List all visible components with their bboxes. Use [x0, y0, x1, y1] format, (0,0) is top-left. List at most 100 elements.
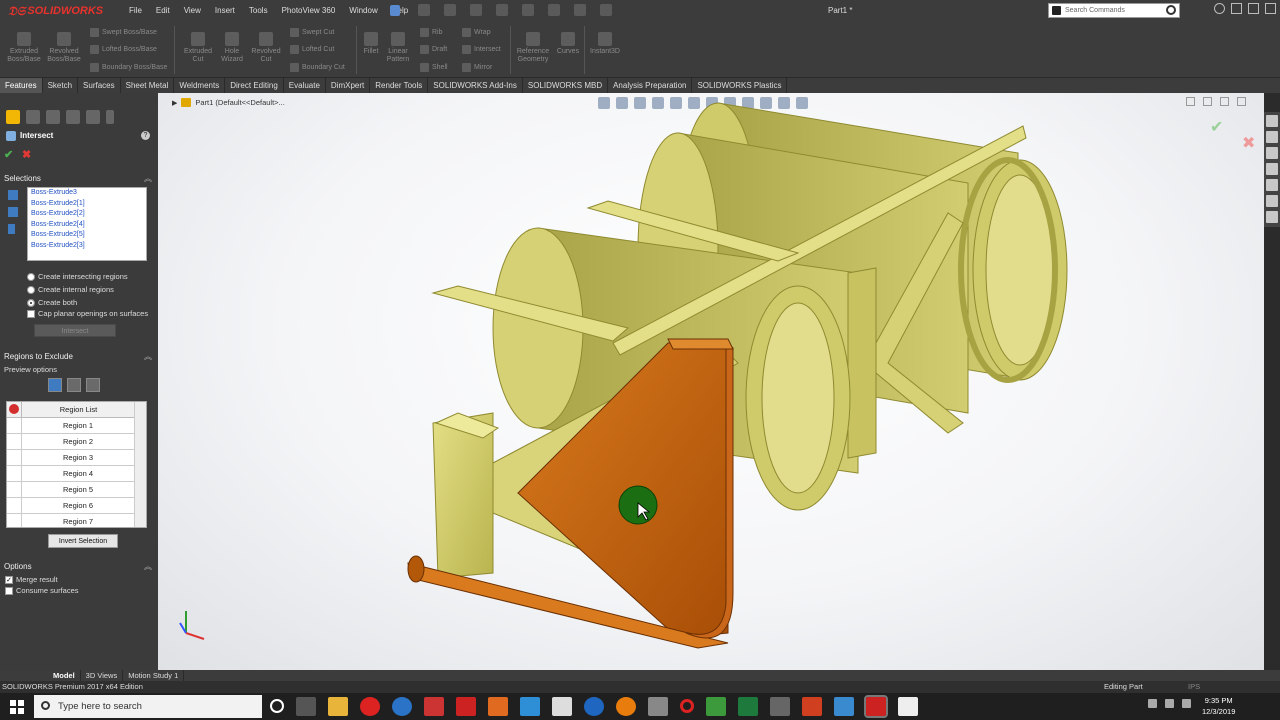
- ok-button[interactable]: ✔: [4, 148, 13, 161]
- curves-button[interactable]: Curves: [554, 32, 582, 56]
- tab-addins[interactable]: SOLIDWORKS Add-Ins: [428, 78, 523, 93]
- taskbar-search-input[interactable]: Type here to search: [34, 695, 262, 718]
- clapper-icon[interactable]: [898, 697, 918, 716]
- calculator-icon[interactable]: [770, 697, 790, 716]
- tab-mbd[interactable]: SOLIDWORKS MBD: [523, 78, 609, 93]
- property-manager-tab-icon[interactable]: [26, 110, 40, 124]
- table-row[interactable]: Region 1: [7, 418, 146, 434]
- tray-chevron-icon[interactable]: [1148, 699, 1157, 708]
- excel-icon[interactable]: [738, 697, 758, 716]
- help-icon[interactable]: [1214, 3, 1225, 14]
- tab-3d-views[interactable]: 3D Views: [81, 670, 124, 681]
- tab-analysis-prep[interactable]: Analysis Preparation: [608, 78, 693, 93]
- region-checkbox[interactable]: [7, 450, 22, 465]
- menu-view[interactable]: View: [177, 0, 208, 22]
- notes-app-icon[interactable]: [488, 697, 508, 716]
- region-checkbox[interactable]: [7, 514, 22, 527]
- help-icon[interactable]: ?: [141, 131, 150, 140]
- search-commands-input[interactable]: Search Commands: [1048, 3, 1180, 18]
- table-row[interactable]: Region 2: [7, 434, 146, 450]
- graphics-area[interactable]: ▶ Part1 (Default<<Default>... ✔ ✖: [158, 93, 1264, 670]
- select-icon[interactable]: [548, 4, 560, 16]
- swept-cut-button[interactable]: Swept Cut: [290, 28, 334, 37]
- region-checkbox[interactable]: [7, 482, 22, 497]
- rebuild-icon[interactable]: [574, 4, 586, 16]
- paint-icon[interactable]: [834, 697, 854, 716]
- table-row[interactable]: Region 5: [7, 482, 146, 498]
- unit-system[interactable]: IPS: [1188, 682, 1200, 691]
- region-checkbox[interactable]: [7, 498, 22, 513]
- region-checkbox[interactable]: [7, 418, 22, 433]
- appearances-icon[interactable]: [1266, 179, 1278, 191]
- tab-motion-study[interactable]: Motion Study 1: [123, 670, 185, 681]
- print-icon[interactable]: [496, 4, 508, 16]
- blender-icon[interactable]: [616, 697, 636, 716]
- options-section-header[interactable]: Options ︽: [0, 560, 158, 573]
- tab-weldments[interactable]: Weldments: [174, 78, 226, 93]
- sw-resources-icon[interactable]: [1266, 115, 1278, 127]
- list-item[interactable]: Boss-Extrude2[3]: [28, 241, 146, 252]
- list-item[interactable]: Boss-Extrude3: [28, 188, 146, 199]
- draft-button[interactable]: Draft: [420, 45, 447, 54]
- display-manager-tab-icon[interactable]: [86, 110, 100, 124]
- close-icon[interactable]: [1265, 3, 1276, 14]
- linear-pattern-button[interactable]: Linear Pattern: [382, 32, 414, 64]
- maximize-icon[interactable]: [1248, 3, 1259, 14]
- list-item[interactable]: Boss-Extrude2[2]: [28, 209, 146, 220]
- mirror-button[interactable]: Mirror: [462, 63, 492, 72]
- new-icon[interactable]: [418, 4, 430, 16]
- boundary-cut-button[interactable]: Boundary Cut: [290, 63, 345, 72]
- cortana-icon[interactable]: [270, 699, 284, 713]
- minimize-icon[interactable]: [1231, 3, 1242, 14]
- regions-section-header[interactable]: Regions to Exclude ︽: [0, 350, 158, 363]
- fusion-icon[interactable]: [648, 697, 668, 716]
- menu-edit[interactable]: Edit: [149, 0, 177, 22]
- windows-start-icon[interactable]: [10, 700, 24, 714]
- teamviewer-icon[interactable]: [584, 697, 604, 716]
- lofted-cut-button[interactable]: Lofted Cut: [290, 45, 334, 54]
- cap-planar-checkbox[interactable]: Cap planar openings on surfaces: [27, 309, 148, 318]
- dimxpert-manager-tab-icon[interactable]: [66, 110, 80, 124]
- solidworks-logo[interactable]: 𝔇𝔖 SOLIDWORKS: [8, 3, 103, 19]
- foxit-icon[interactable]: [424, 697, 444, 716]
- wrap-button[interactable]: Wrap: [462, 28, 491, 37]
- tab-sheet-metal[interactable]: Sheet Metal: [121, 78, 175, 93]
- menu-insert[interactable]: Insert: [208, 0, 242, 22]
- store-icon[interactable]: [520, 697, 540, 716]
- volume-icon[interactable]: [1182, 699, 1191, 708]
- tab-dimxpert[interactable]: DimXpert: [326, 78, 371, 93]
- preview-transparent-icon[interactable]: [86, 378, 100, 392]
- solidworks-active-icon[interactable]: [864, 695, 888, 718]
- task-view-icon[interactable]: [296, 697, 316, 716]
- tab-model[interactable]: Model: [48, 670, 81, 681]
- radio-intersecting-regions[interactable]: Create intersecting regions: [27, 272, 128, 281]
- list-item[interactable]: Boss-Extrude2[1]: [28, 199, 146, 210]
- undo-icon[interactable]: [522, 4, 534, 16]
- search-icon[interactable]: [1166, 5, 1176, 15]
- menu-tools[interactable]: Tools: [242, 0, 275, 22]
- lofted-boss-button[interactable]: Lofted Boss/Base: [90, 45, 157, 54]
- rib-button[interactable]: Rib: [420, 28, 443, 37]
- menu-file[interactable]: File: [122, 0, 149, 22]
- tab-scroll-icon[interactable]: [106, 110, 114, 124]
- tab-surfaces[interactable]: Surfaces: [78, 78, 121, 93]
- view-palette-icon[interactable]: [1266, 163, 1278, 175]
- boundary-boss-button[interactable]: Boundary Boss/Base: [90, 63, 167, 72]
- invert-selection-button[interactable]: Invert Selection: [48, 534, 118, 548]
- clock[interactable]: 9:35 PM 12/3/2019: [1202, 695, 1235, 717]
- consume-surfaces-checkbox[interactable]: Consume surfaces: [5, 586, 79, 595]
- swept-boss-button[interactable]: Swept Boss/Base: [90, 28, 157, 37]
- design-library-icon[interactable]: [1266, 131, 1278, 143]
- preview-hide-icon[interactable]: [67, 378, 81, 392]
- solidworks-app-icon[interactable]: [456, 697, 476, 716]
- revolved-cut-button[interactable]: Revolved Cut: [246, 32, 286, 64]
- reference-geometry-button[interactable]: Reference Geometry: [512, 32, 554, 64]
- menu-photoview[interactable]: PhotoView 360: [275, 0, 343, 22]
- instant3d-button[interactable]: Instant3D: [586, 32, 624, 56]
- network-icon[interactable]: [1165, 699, 1174, 708]
- selections-section-header[interactable]: Selections ︽: [0, 172, 158, 185]
- tab-sketch[interactable]: Sketch: [43, 78, 79, 93]
- open-icon[interactable]: [444, 4, 456, 16]
- tab-plastics[interactable]: SOLIDWORKS Plastics: [692, 78, 788, 93]
- list-item[interactable]: Boss-Extrude2[5]: [28, 230, 146, 241]
